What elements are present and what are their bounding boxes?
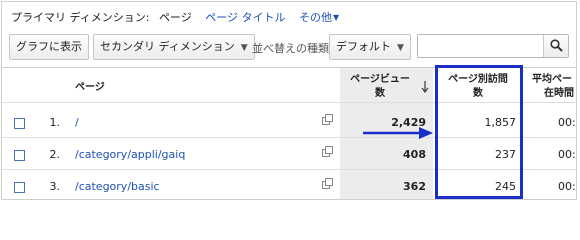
- row-checkbox[interactable]: [14, 118, 25, 129]
- chevron-down-icon: ▼: [240, 43, 248, 53]
- column-header-pageviews[interactable]: ページビュー 数: [342, 73, 418, 101]
- primary-dimension-bar: プライマリ ディメンション: ページ ページ タイトル その他▼: [11, 9, 339, 25]
- page-link[interactable]: /: [75, 116, 79, 129]
- dimension-more-label: その他: [299, 11, 332, 24]
- pageviews-header-line1: ページビュー: [350, 74, 410, 85]
- page-link[interactable]: /category/appli/gaiq: [75, 148, 185, 161]
- secondary-dimension-dropdown[interactable]: セカンダリ ディメンション ▼: [93, 34, 255, 60]
- search-button[interactable]: [543, 35, 568, 57]
- avg-time-header-line2: 在時間: [544, 88, 574, 99]
- chevron-down-icon: ▼: [397, 43, 404, 53]
- open-page-icon[interactable]: [322, 146, 333, 157]
- primary-dimension-label: プライマリ ディメンション:: [11, 11, 150, 24]
- avg-time-value: 00:0: [558, 116, 576, 129]
- search-icon: [550, 39, 563, 52]
- show-graph-button[interactable]: グラフに表示: [9, 34, 89, 60]
- pageviews-header-line2: 数: [375, 88, 385, 99]
- open-page-icon[interactable]: [322, 178, 333, 189]
- open-page-icon[interactable]: [322, 114, 333, 125]
- row-number: 2.: [49, 148, 61, 161]
- sort-desc-arrow-icon[interactable]: [421, 81, 429, 93]
- dimension-more-link[interactable]: その他▼: [299, 11, 339, 24]
- page-link[interactable]: /category/basic: [75, 180, 160, 193]
- secondary-dimension-label: セカンダリ ディメンション: [100, 40, 235, 53]
- avg-time-value: 00:0: [558, 180, 576, 193]
- sort-type-label: 並べ替えの種類:: [252, 42, 333, 55]
- sort-type-value: デフォルト: [336, 40, 391, 53]
- dimension-current: ページ: [158, 11, 192, 24]
- pageviews-value: 362: [403, 180, 426, 193]
- row-checkbox[interactable]: [14, 182, 25, 193]
- search-field[interactable]: [417, 34, 569, 58]
- avg-time-value: 00:0: [558, 148, 576, 161]
- show-graph-label: グラフに表示: [16, 40, 82, 53]
- annotation-arrow-icon: [363, 127, 433, 139]
- dimension-page-title-link[interactable]: ページ タイトル: [205, 11, 285, 24]
- pageviews-value: 408: [403, 148, 426, 161]
- highlight-box: [435, 65, 523, 199]
- row-number: 3.: [49, 180, 61, 193]
- row-number: 1.: [49, 116, 61, 129]
- chevron-down-icon: ▼: [333, 13, 340, 22]
- report-panel: プライマリ ディメンション: ページ ページ タイトル その他▼ グラフに表示 …: [1, 1, 577, 200]
- avg-time-header-line1: 平均ペー: [532, 74, 572, 85]
- column-header-page[interactable]: ページ: [75, 81, 105, 95]
- sort-type-dropdown[interactable]: デフォルト ▼: [329, 34, 411, 60]
- row-checkbox[interactable]: [14, 150, 25, 161]
- column-header-avg-time[interactable]: 平均ペー 在時間: [532, 73, 574, 101]
